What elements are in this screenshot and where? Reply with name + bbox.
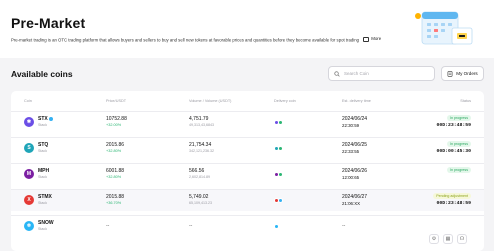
delivery-chains <box>274 224 279 229</box>
status-badge: In progress <box>447 141 471 147</box>
coin-symbol: STMX <box>38 194 52 200</box>
delivery-date: 2024/06/27 <box>342 194 368 200</box>
coin-logo: X <box>24 195 34 205</box>
coin-symbol: MPH <box>38 168 50 174</box>
volume-usdt: 2,602,814.89 <box>189 175 210 179</box>
coin-name: Stack <box>38 201 47 205</box>
coin-name: Stack <box>38 149 47 153</box>
delivery-chains <box>274 146 283 151</box>
table-row[interactable]: ✱ STX Stack 10752.88 +32.00% 4,751.79 49… <box>11 111 484 133</box>
verified-icon <box>48 116 53 121</box>
my-orders-button[interactable]: My Orders <box>441 66 484 81</box>
coin-logo: ❄ <box>24 221 34 231</box>
table-row[interactable]: M MPH Stack 6001.88 +32.80% 566.56 2,602… <box>11 163 484 185</box>
price-change: +32.80% <box>106 149 122 153</box>
symbol-text: STX <box>38 116 48 122</box>
delivery-time: 22:33:55 <box>342 149 360 154</box>
price: 2015.88 <box>106 194 125 200</box>
delivery-date: 2024/06/24 <box>342 116 368 122</box>
volume: -- <box>189 223 193 229</box>
price: 2015.86 <box>106 142 125 148</box>
price: -- <box>106 223 110 229</box>
calendar-icon: ▦ <box>445 236 451 242</box>
volume-usdt: 65,109,413.23 <box>189 201 212 205</box>
delivery-time: 12:00:65 <box>342 175 360 180</box>
volume-usdt: 342,121,236.32 <box>189 149 214 153</box>
price-change: +36.70% <box>106 201 122 205</box>
delivery-chains <box>274 120 283 125</box>
chain-icon <box>278 146 283 151</box>
document-icon <box>447 70 453 77</box>
coins-table: Coin Price/USDT Volume / Volume (USDT) D… <box>11 91 484 251</box>
delivery-chains <box>274 172 283 177</box>
countdown: 00D:23:48:59 <box>436 123 471 128</box>
volume: 21,754.34 <box>189 142 212 148</box>
col-coin: Coin <box>24 99 32 103</box>
coin-symbol: STX <box>38 116 53 122</box>
price-change: +32.00% <box>106 123 122 127</box>
chain-icon <box>278 172 283 177</box>
page-title: Pre-Market <box>11 15 86 31</box>
price: 10752.88 <box>106 116 127 122</box>
col-delivery-time: Est. delivery time <box>342 99 371 103</box>
col-volume: Volume / Volume (USDT) <box>189 99 232 103</box>
table-row[interactable]: S STQ Stack 2015.86 +32.80% 21,754.34 34… <box>11 137 484 159</box>
coin-logo: ✱ <box>24 117 34 127</box>
countdown: 00D:23:48:59 <box>436 201 471 206</box>
search-icon <box>334 70 340 77</box>
col-price: Price/USDT <box>106 99 127 103</box>
chain-icon <box>278 198 283 203</box>
col-status: Status <box>460 99 471 103</box>
volume-usdt: 49,313,43,6843 <box>189 123 214 127</box>
gear-icon: ⚙ <box>431 236 437 242</box>
price: 6001.88 <box>106 168 125 174</box>
support-button[interactable]: ☊ <box>457 234 467 244</box>
my-orders-label: My Orders <box>456 71 478 76</box>
status-badge: Pending adjustment <box>433 193 471 199</box>
coin-symbol: STQ <box>38 142 49 148</box>
coin-name: Stack <box>38 123 47 127</box>
delivery-time: 22:30:59 <box>342 123 360 128</box>
delivery-date: 2024/06/25 <box>342 142 368 148</box>
headset-icon: ☊ <box>459 236 465 242</box>
table-row[interactable]: X STMX Stack 2015.88 +36.70% 5,749.02 65… <box>11 189 484 211</box>
calendar-button[interactable]: ▦ <box>443 234 453 244</box>
book-icon <box>363 36 370 42</box>
delivery-time: 21:06:XX <box>342 201 361 206</box>
table-header: Coin Price/USDT Volume / Volume (USDT) D… <box>11 99 484 107</box>
col-delivery-coin: Delivery coin <box>274 99 296 103</box>
delivery-date: -- <box>342 223 346 229</box>
countdown: 00D:00:45:30 <box>436 149 471 154</box>
delivery-date: 2024/06/26 <box>342 168 368 174</box>
search-input[interactable] <box>344 71 424 76</box>
search-box[interactable] <box>328 66 435 81</box>
volume: 5,749.02 <box>189 194 209 200</box>
coin-name: Stack <box>38 175 47 179</box>
chain-icon <box>274 224 279 229</box>
section-title: Available coins <box>11 69 73 79</box>
chain-icon <box>278 120 283 125</box>
description-text: Pre-market trading is an OTC trading pla… <box>11 37 359 43</box>
coin-logo: S <box>24 143 34 153</box>
price-change: +32.80% <box>106 175 122 179</box>
more-link[interactable]: More <box>363 36 381 42</box>
more-label: More <box>371 36 382 41</box>
volume: 4,751.79 <box>189 116 209 122</box>
status-badge: In progress <box>447 167 471 173</box>
coin-symbol: SNOW <box>38 220 54 226</box>
page-header: Pre-Market Pre-market trading is an OTC … <box>0 0 494 58</box>
delivery-chains <box>274 198 283 203</box>
status-badge: In progress <box>447 115 471 121</box>
volume: 566.56 <box>189 168 205 174</box>
settings-button[interactable]: ⚙ <box>429 234 439 244</box>
table-row[interactable]: ❄ SNOW Stack -- -- -- <box>11 215 484 237</box>
coin-name: Stack <box>38 227 47 231</box>
page-description: Pre-market trading is an OTC trading pla… <box>11 36 391 44</box>
calendar-illustration <box>415 11 473 45</box>
coin-logo: M <box>24 169 34 179</box>
